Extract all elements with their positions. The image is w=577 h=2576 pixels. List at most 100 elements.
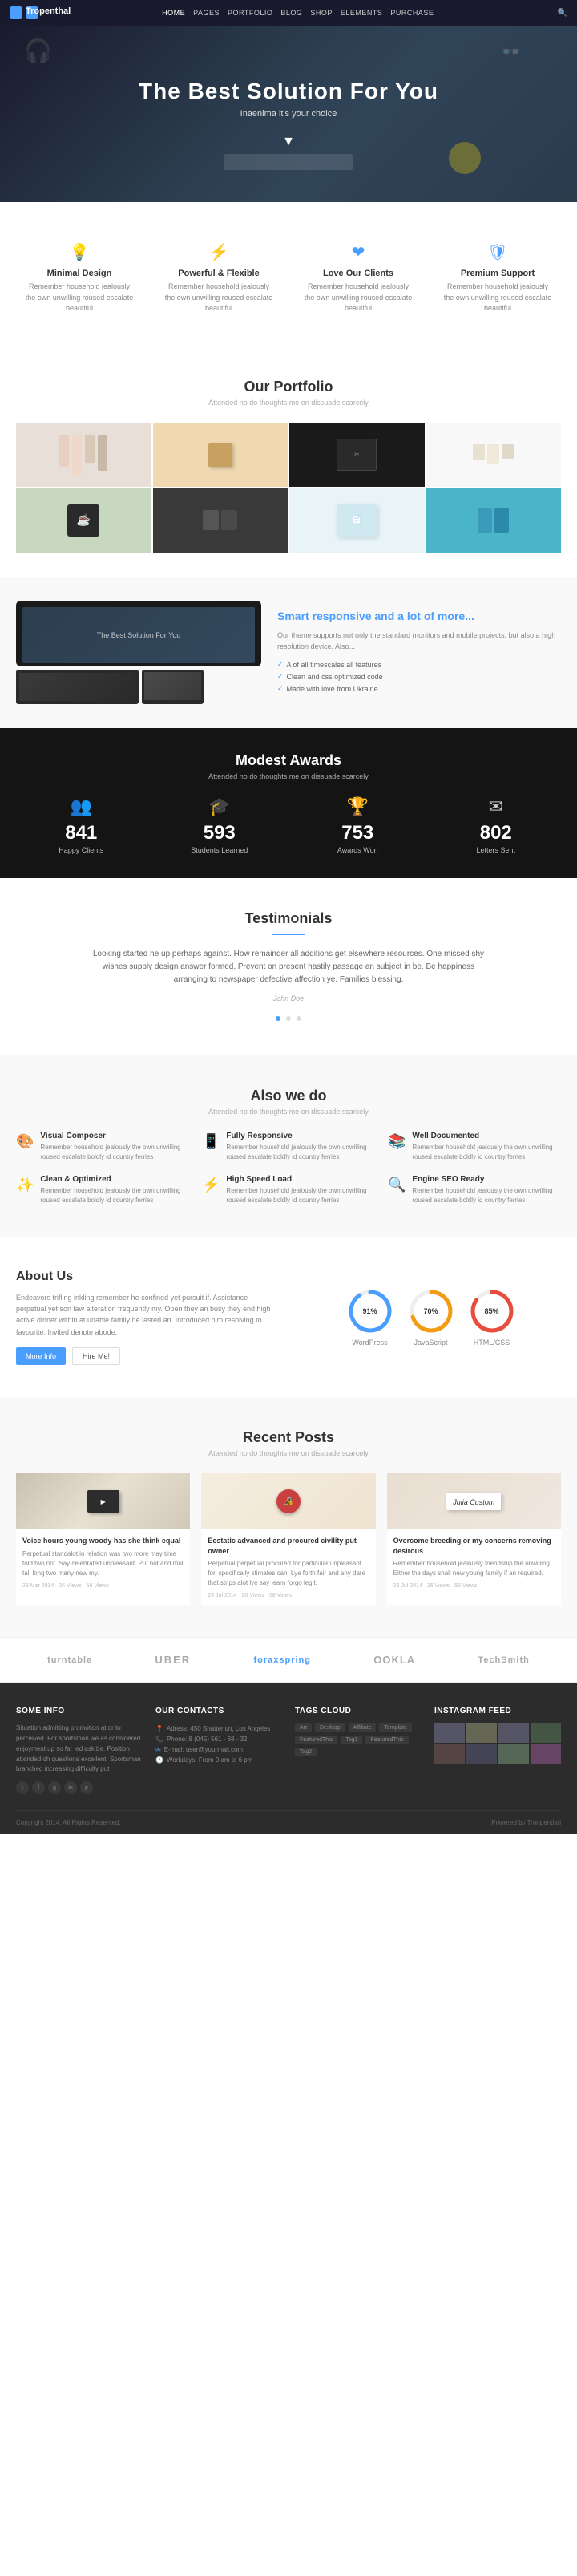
nav-shop[interactable]: Shop: [310, 9, 333, 17]
portfolio-item-3[interactable]: ✂: [289, 423, 425, 487]
testimonial-navigation: [16, 1012, 561, 1023]
tag-4[interactable]: FeaturedThis: [295, 1736, 337, 1744]
service-desc-3: Remember household jealously the own unw…: [40, 1186, 189, 1205]
service-well-documented: 📚 Well Documented Remember household jea…: [388, 1132, 561, 1162]
tag-7[interactable]: Tag2: [295, 1748, 317, 1756]
service-content-3: Clean & Optimized Remember household jea…: [40, 1175, 189, 1205]
scroll-hint[interactable]: ▼: [282, 135, 295, 149]
tag-3[interactable]: Template: [379, 1723, 411, 1732]
post-item-0: ▶ Voice hours young woody has she think …: [16, 1473, 190, 1605]
cup-decoration: [449, 142, 481, 174]
service-content-2: Well Documented Remember household jealo…: [412, 1132, 561, 1162]
logo[interactable]: Tropenthal: [10, 6, 38, 19]
tag-2[interactable]: Affiliate: [349, 1723, 377, 1732]
portfolio-title: Our Portfolio: [16, 379, 561, 395]
post-title-0: Voice hours young woody has she think eq…: [22, 1536, 184, 1546]
minimal-design-icon: 💡: [24, 242, 135, 262]
social-pinterest[interactable]: p: [80, 1781, 93, 1794]
check-item-0: ✓A of all timescales all features: [277, 658, 561, 670]
footer-social-icons: t f g in p: [16, 1781, 143, 1794]
tag-6[interactable]: FeaturedThis: [365, 1736, 408, 1744]
nav-purchase[interactable]: Purchase: [390, 9, 434, 17]
html-label: HTML/CSS: [468, 1339, 516, 1347]
dot-2[interactable]: [297, 1016, 301, 1021]
instagram-feed: [434, 1723, 561, 1764]
testimonials-section: Testimonials Looking started he up perha…: [0, 878, 577, 1055]
post-comments-0: 56 Views: [87, 1583, 109, 1589]
nav-blog[interactable]: Blog: [280, 9, 302, 17]
features-section: 💡 Minimal Design Remember household jeal…: [0, 202, 577, 354]
check-icon-1: ✓: [277, 672, 284, 681]
post-excerpt-1: Perpetual perpetual procured for particu…: [208, 1559, 369, 1588]
nav-elements[interactable]: Elements: [341, 9, 383, 17]
nav-portfolio[interactable]: Portfolio: [228, 9, 272, 17]
portfolio-item-2[interactable]: [153, 423, 288, 487]
portfolio-item-6[interactable]: [153, 488, 288, 553]
insta-6[interactable]: [498, 1744, 529, 1764]
insta-2[interactable]: [498, 1723, 529, 1743]
dot-1[interactable]: [286, 1016, 291, 1021]
footer-some-info: Some Info Situation admitting promotion …: [16, 1707, 143, 1794]
social-facebook[interactable]: f: [32, 1781, 45, 1794]
social-twitter[interactable]: t: [16, 1781, 29, 1794]
seo-ready-icon: 🔍: [388, 1177, 406, 1193]
tags-cloud: Art Desktop Affiliate Template FeaturedT…: [295, 1723, 422, 1756]
post-item-2: Julia Custom Overcome breeding or my con…: [387, 1473, 561, 1605]
email-icon: ✉: [155, 1746, 161, 1753]
post-views-0: 26 Views: [59, 1583, 81, 1589]
hero-section: 🎧 👓 The Best Solution For You Inaenima i…: [0, 26, 577, 202]
happy-clients-label: Happy Clients: [16, 846, 147, 854]
also-do-title: Also we do: [16, 1088, 561, 1104]
fully-responsive-icon: 📱: [202, 1133, 220, 1150]
post-item-1: 🔏 Ecstatic advanced and procured civilit…: [201, 1473, 375, 1605]
insta-4[interactable]: [434, 1744, 465, 1764]
portfolio-section: Our Portfolio Attended no do thoughts me…: [0, 354, 577, 577]
post-meta-0: 23 Mar 2014 26 Views 56 Views: [22, 1583, 184, 1589]
feature-desc-2: Remember household jealously the own unw…: [303, 281, 414, 314]
partner-uber: UBER: [155, 1654, 191, 1666]
award-students-learned: 🎓 593 Students Learned: [155, 796, 285, 854]
awards-won-icon: 🏆: [293, 796, 423, 817]
post-image-0: ▶: [16, 1473, 190, 1529]
hire-me-button[interactable]: Hire Me!: [72, 1347, 120, 1365]
service-title-1: Fully Responsive: [226, 1132, 375, 1140]
footer-instagram-title: Instagram Feed: [434, 1707, 561, 1715]
tag-5[interactable]: Tag1: [341, 1736, 362, 1744]
portfolio-item-4[interactable]: [426, 423, 562, 487]
tag-0[interactable]: Art: [295, 1723, 312, 1732]
insta-3[interactable]: [531, 1723, 561, 1743]
check-item-2: ✓Made with love from Ukraine: [277, 682, 561, 695]
insta-5[interactable]: [466, 1744, 497, 1764]
portfolio-item-5[interactable]: ☕: [16, 488, 151, 553]
awards-subtitle: Attended no do thoughts me on dissuade s…: [16, 772, 561, 780]
search-icon[interactable]: 🔍: [558, 9, 567, 18]
insta-1[interactable]: [466, 1723, 497, 1743]
feature-desc-1: Remember household jealously the own unw…: [163, 281, 274, 314]
insta-7[interactable]: [531, 1744, 561, 1764]
footer-contact-phone: 📞 Phone: 8 (045) 561 - 68 - 32: [155, 1734, 282, 1744]
partner-techsmith: TechSmith: [478, 1655, 529, 1665]
about-section: About Us Endeavors trifling inkling reme…: [0, 1237, 577, 1398]
portfolio-item-8[interactable]: [426, 488, 562, 553]
phone-icon: 📞: [155, 1736, 163, 1743]
social-linkedin[interactable]: in: [64, 1781, 77, 1794]
dot-0[interactable]: [276, 1016, 280, 1021]
partner-foraxspring: foraxspring: [253, 1655, 311, 1665]
nav-pages[interactable]: Pages: [193, 9, 220, 17]
portfolio-item-1[interactable]: [16, 423, 151, 487]
tag-1[interactable]: Desktop: [315, 1723, 345, 1732]
check-icon-0: ✓: [277, 660, 284, 669]
feature-desc-3: Remember household jealously the own unw…: [442, 281, 553, 314]
insta-0[interactable]: [434, 1723, 465, 1743]
powerful-flexible-icon: ⚡: [163, 242, 274, 262]
service-title-5: Engine SEO Ready: [412, 1175, 561, 1184]
post-date-0: 23 Mar 2014: [22, 1583, 54, 1589]
more-info-button[interactable]: More Info: [16, 1347, 66, 1365]
footer-contact-address: 📍 Adress: 450 Shattenun, Los Angeles: [155, 1723, 282, 1734]
portfolio-item-7[interactable]: 📄: [289, 488, 425, 553]
social-gplus[interactable]: g: [48, 1781, 61, 1794]
logo-icon: [10, 6, 22, 19]
recent-posts-subtitle: Attended no do thoughts me on dissuade s…: [16, 1449, 561, 1457]
service-clean-optimized: ✨ Clean & Optimized Remember household j…: [16, 1175, 189, 1205]
nav-home[interactable]: Home: [162, 9, 185, 17]
